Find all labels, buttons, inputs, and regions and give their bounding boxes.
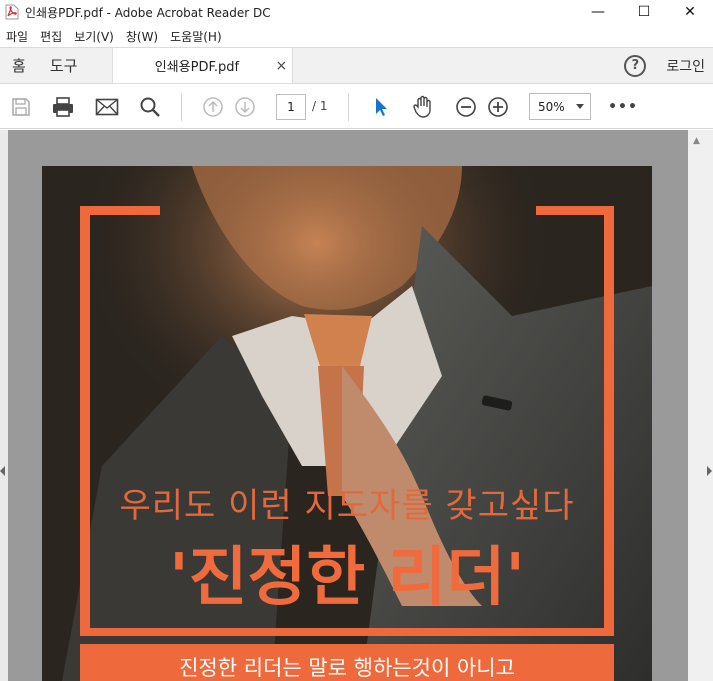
chevron-down-icon — [576, 104, 584, 109]
window-title: 인쇄용PDF.pdf - Adobe Acrobat Reader DC — [25, 5, 271, 20]
toolbar-separator — [181, 93, 182, 121]
email-icon[interactable] — [95, 95, 119, 119]
vertical-scrollbar[interactable] — [688, 130, 713, 681]
toolbar: ••• — [0, 85, 713, 129]
right-panel-toggle-icon[interactable] — [707, 466, 712, 476]
menu-edit[interactable]: 편집 — [34, 28, 68, 45]
menu-view[interactable]: 보기(V) — [68, 28, 120, 45]
zoom-in-icon[interactable] — [486, 95, 510, 119]
print-icon[interactable] — [51, 95, 75, 119]
help-icon[interactable]: ? — [624, 54, 647, 77]
toolbar-separator — [348, 93, 349, 121]
zoom-out-icon[interactable] — [454, 95, 478, 119]
menu-help[interactable]: 도움말(H) — [164, 28, 228, 45]
login-button[interactable]: 로그인 — [666, 56, 705, 76]
select-cursor-icon[interactable] — [369, 95, 393, 119]
headline-title: '진정한 리더' — [169, 541, 525, 615]
document-tab-label: 인쇄용PDF.pdf — [154, 60, 240, 75]
more-options-icon[interactable]: ••• — [608, 95, 637, 119]
headline-subtitle: 우리도 이런 지도자를 갖고싶다 — [119, 486, 575, 526]
close-tab-icon[interactable]: × — [270, 58, 292, 74]
tab-home[interactable]: 홈 — [0, 48, 38, 83]
minimize-button[interactable]: — — [575, 0, 621, 24]
frame-corner-top-left-h — [80, 206, 160, 215]
zoom-value: 50% — [538, 99, 565, 114]
pdf-page: 우리도 이런 지도자를 갖고싶다 '진정한 리더' 진정한 리더는 말로 행하는… — [42, 166, 652, 681]
frame-bottom-edge — [80, 628, 614, 636]
caption-banner-text: 진정한 리더는 말로 행하는것이 아니고 — [179, 656, 515, 680]
menu-window[interactable]: 창(W) — [120, 28, 164, 45]
tab-bar: 홈 도구 인쇄용PDF.pdf × ? 로그인 — [0, 47, 713, 84]
tab-document[interactable]: 인쇄용PDF.pdf × — [112, 48, 294, 83]
save-icon[interactable] — [9, 95, 33, 119]
page-total: / 1 — [312, 99, 328, 113]
page-number-input[interactable]: 1 — [276, 94, 306, 120]
zoom-select[interactable]: 50% — [529, 93, 591, 120]
search-icon[interactable] — [138, 95, 162, 119]
close-window-button[interactable]: ✕ — [667, 0, 713, 24]
document-viewport[interactable]: ▲ 우리도 이런 지도자를 갖고싶다 '진정한 리더' 진정한 리더는 말로 행… — [0, 130, 713, 681]
tab-tools[interactable]: 도구 — [38, 48, 90, 83]
title-bar: 인쇄용PDF.pdf - Adobe Acrobat Reader DC — ☐… — [0, 0, 713, 24]
left-panel-toggle-icon[interactable] — [0, 466, 5, 476]
maximize-button[interactable]: ☐ — [621, 0, 667, 24]
left-panel-strip — [0, 130, 8, 681]
page-up-icon[interactable] — [201, 95, 225, 119]
menu-file[interactable]: 파일 — [0, 28, 34, 45]
frame-corner-top-right-h — [536, 206, 614, 215]
scroll-up-icon[interactable]: ▲ — [693, 136, 700, 146]
menu-bar: 파일 편집 보기(V) 창(W) 도움말(H) — [0, 25, 713, 47]
page-down-icon[interactable] — [233, 95, 257, 119]
hand-tool-icon[interactable] — [411, 95, 435, 119]
acrobat-pdf-icon — [5, 4, 19, 20]
